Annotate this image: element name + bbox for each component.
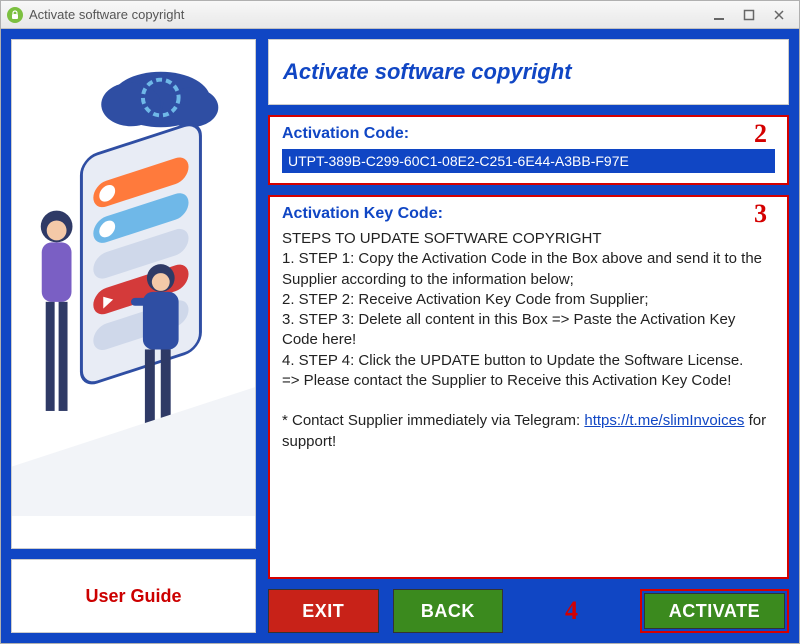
step-marker-2: 2 (754, 119, 767, 149)
lock-icon (7, 7, 23, 23)
minimize-button[interactable] (711, 7, 727, 23)
button-row: EXIT BACK 4 ACTIVATE (268, 589, 789, 633)
activate-highlight: ACTIVATE (640, 589, 789, 633)
app-window: Activate software copyright (0, 0, 800, 644)
page-header: Activate software copyright (268, 39, 789, 105)
close-button[interactable] (771, 7, 787, 23)
activation-key-textarea[interactable]: STEPS TO UPDATE SOFTWARE COPYRIGHT 1. ST… (282, 229, 775, 567)
telegram-link[interactable]: https://t.me/slimInvoices (584, 412, 744, 429)
user-guide-button[interactable]: User Guide (11, 559, 256, 633)
window-controls (711, 7, 793, 23)
titlebar: Activate software copyright (1, 1, 799, 29)
client-area: User Guide Activate software copyright 2… (1, 29, 799, 643)
step-marker-4: 4 (517, 589, 626, 633)
activate-button[interactable]: ACTIVATE (644, 593, 785, 629)
exit-button[interactable]: EXIT (268, 589, 379, 633)
left-column: User Guide (11, 39, 256, 633)
activation-code-input[interactable] (282, 149, 775, 173)
right-column: Activate software copyright 2 Activation… (268, 39, 789, 633)
user-guide-label: User Guide (85, 586, 181, 607)
activation-key-label: Activation Key Code: (282, 205, 775, 223)
step-marker-3: 3 (754, 199, 767, 229)
page-title: Activate software copyright (283, 59, 572, 85)
maximize-button[interactable] (741, 7, 757, 23)
window-title: Activate software copyright (29, 7, 711, 22)
back-button[interactable]: BACK (393, 589, 504, 633)
illustration-image (11, 39, 256, 549)
activation-key-section: 3 Activation Key Code: STEPS TO UPDATE S… (268, 195, 789, 579)
activation-code-section: 2 Activation Code: (268, 115, 789, 185)
activation-code-label: Activation Code: (282, 125, 775, 143)
